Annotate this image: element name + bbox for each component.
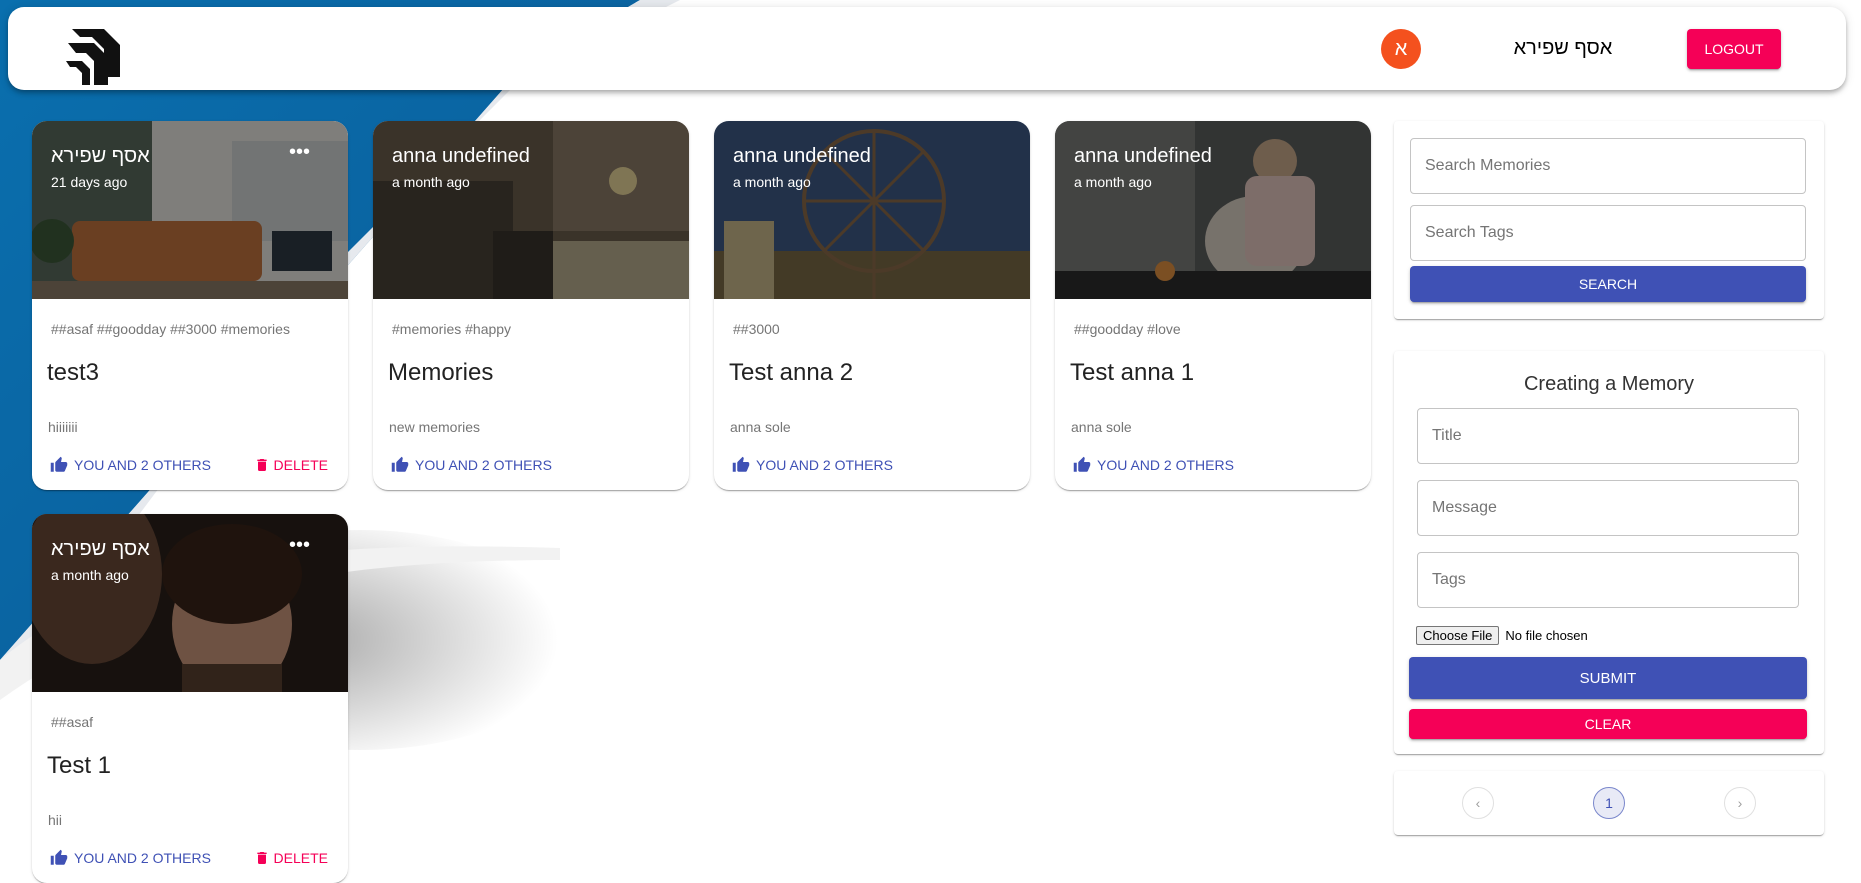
post-time: a month ago bbox=[733, 174, 811, 190]
memory-form-panel: Creating a Memory Choose File No file ch… bbox=[1394, 351, 1824, 754]
post-tags: ##goodday #love bbox=[1074, 321, 1181, 337]
post-tags: ##asaf ##goodday ##3000 #memories bbox=[51, 321, 290, 337]
like-button[interactable]: YOU AND 2 OTHERS bbox=[391, 456, 552, 474]
delete-button[interactable]: DELETE bbox=[254, 849, 328, 867]
like-label: YOU AND 2 OTHERS bbox=[415, 457, 552, 473]
trash-icon bbox=[256, 459, 267, 471]
post-author: אסף שפירא bbox=[51, 538, 150, 560]
post-message: new memories bbox=[389, 419, 481, 435]
post-tags: ##3000 bbox=[733, 321, 780, 337]
like-label: YOU AND 2 OTHERS bbox=[74, 457, 211, 473]
post-title: Memories bbox=[388, 359, 494, 386]
like-button[interactable]: YOU AND 2 OTHERS bbox=[50, 456, 211, 474]
like-label: YOU AND 2 OTHERS bbox=[1097, 457, 1234, 473]
post-title: Test 1 bbox=[47, 752, 112, 779]
delete-button[interactable]: DELETE bbox=[254, 456, 328, 474]
clear-button[interactable]: CLEAR bbox=[1409, 709, 1807, 739]
previous-page-icon[interactable]: ‹ bbox=[1462, 787, 1494, 819]
post-time: 21 days ago bbox=[51, 174, 128, 190]
like-button[interactable]: YOU AND 2 OTHERS bbox=[732, 456, 893, 474]
choose-file-button[interactable]: Choose File bbox=[1416, 626, 1500, 645]
more-options-icon[interactable]: ••• bbox=[289, 141, 310, 164]
post-message: anna sole bbox=[1071, 419, 1132, 435]
logout-button[interactable]: LOGOUT bbox=[1687, 29, 1781, 69]
app-header: א אסף שפירא LOGOUT bbox=[8, 7, 1846, 90]
memory-card[interactable]: anna undefined a month ago #memories #ha… bbox=[373, 121, 689, 490]
post-time: a month ago bbox=[51, 567, 129, 583]
title-input[interactable] bbox=[1417, 408, 1799, 464]
thumb-up-icon bbox=[50, 849, 68, 865]
thumb-up-icon bbox=[391, 456, 409, 472]
post-author: anna undefined bbox=[733, 145, 871, 167]
search-button[interactable]: SEARCH bbox=[1410, 266, 1806, 302]
user-avatar[interactable]: א bbox=[1381, 29, 1421, 69]
like-button[interactable]: YOU AND 2 OTHERS bbox=[1073, 456, 1234, 474]
tags-input[interactable] bbox=[1417, 552, 1799, 608]
post-author: אסף שפירא bbox=[51, 145, 150, 167]
next-page-icon[interactable]: › bbox=[1724, 787, 1756, 819]
like-button[interactable]: YOU AND 2 OTHERS bbox=[50, 849, 211, 867]
submit-button[interactable]: SUBMIT bbox=[1409, 657, 1807, 699]
memory-card[interactable]: anna undefined a month ago ##3000 Test a… bbox=[714, 121, 1030, 490]
thumb-up-icon bbox=[50, 456, 68, 472]
post-author: anna undefined bbox=[392, 145, 530, 167]
post-time: a month ago bbox=[392, 174, 470, 190]
post-title: Test anna 1 bbox=[1070, 359, 1195, 386]
delete-label: DELETE bbox=[273, 850, 328, 866]
post-title: Test anna 2 bbox=[729, 359, 854, 386]
search-tags-input[interactable] bbox=[1410, 205, 1806, 261]
post-time: a month ago bbox=[1074, 174, 1152, 190]
post-author: anna undefined bbox=[1074, 145, 1212, 167]
thumb-up-icon bbox=[732, 456, 750, 472]
form-heading: Creating a Memory bbox=[1523, 373, 1695, 395]
search-panel: SEARCH bbox=[1394, 121, 1824, 319]
thumb-up-icon bbox=[1073, 456, 1091, 472]
trash-icon bbox=[256, 852, 267, 864]
memory-card[interactable]: אסף שפירא 21 days ago ••• ##asaf ##goodd… bbox=[32, 121, 348, 490]
no-file-label: No file chosen bbox=[1505, 628, 1588, 643]
post-title: test3 bbox=[47, 359, 100, 386]
file-upload: Choose File No file chosen bbox=[1416, 626, 1588, 645]
current-page-button[interactable]: 1 bbox=[1593, 787, 1625, 819]
post-message: hiiiiiii bbox=[48, 419, 78, 435]
post-message: hii bbox=[48, 812, 63, 828]
post-tags: ##asaf bbox=[51, 714, 94, 730]
like-label: YOU AND 2 OTHERS bbox=[74, 850, 211, 866]
pagination-panel: ‹ 1 › bbox=[1394, 771, 1824, 835]
username-label: אסף שפירא bbox=[1513, 37, 1613, 59]
message-input[interactable] bbox=[1417, 480, 1799, 536]
logo-icon[interactable] bbox=[64, 21, 128, 85]
post-message: anna sole bbox=[730, 419, 791, 435]
more-options-icon[interactable]: ••• bbox=[289, 534, 310, 557]
like-label: YOU AND 2 OTHERS bbox=[756, 457, 893, 473]
delete-label: DELETE bbox=[273, 457, 328, 473]
search-memories-input[interactable] bbox=[1410, 138, 1806, 194]
memory-card[interactable]: anna undefined a month ago ##goodday #lo… bbox=[1055, 121, 1371, 490]
post-tags: #memories #happy bbox=[392, 321, 512, 337]
memory-card[interactable]: אסף שפירא a month ago ••• ##asaf Test 1 … bbox=[32, 514, 348, 883]
